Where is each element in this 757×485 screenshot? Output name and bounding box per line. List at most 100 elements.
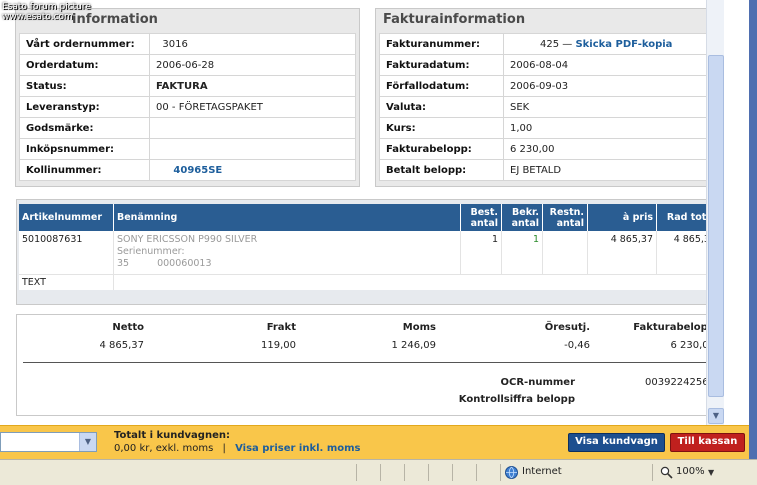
cart-separator: | bbox=[222, 443, 226, 454]
invoice-info-panel: Fakturainformation Fakturanummer: 425 — … bbox=[375, 8, 720, 187]
invoice-number-value: 425 — Skicka PDF-kopia bbox=[503, 33, 716, 55]
table-row: TEXT bbox=[19, 273, 719, 290]
col-confirmed-qty-line1: Bekr. bbox=[512, 206, 539, 218]
order-number-text: 3016 bbox=[162, 38, 188, 50]
order-items-table: Artikelnummer Benämning Best. antal Bekr.… bbox=[19, 204, 719, 290]
status-separator bbox=[404, 464, 405, 481]
shipping-label: Frakt bbox=[266, 322, 296, 333]
parcel-number-value[interactable]: 7 540965SE bbox=[149, 159, 356, 181]
order-info-table: Vårt ordernummer: 13016 Orderdatum: 2006… bbox=[19, 33, 356, 181]
vat-label: Moms bbox=[402, 322, 436, 333]
invoice-number-label: Fakturanummer: bbox=[379, 33, 504, 55]
unit-price: 4 865,37 bbox=[587, 231, 657, 274]
vat-value: 1 246,09 bbox=[391, 340, 436, 351]
col-article-number: Artikelnummer bbox=[19, 204, 114, 231]
delivery-type-value: 00 - FÖRETAGSPAKET bbox=[149, 96, 356, 118]
table-row: 5010087631 SONY ERICSSON P990 SILVER Ser… bbox=[19, 231, 719, 274]
ocr-value: 00392242564 bbox=[645, 377, 715, 388]
check-digit-label: Kontrollsiffra belopp bbox=[458, 394, 575, 405]
send-pdf-copy-link[interactable]: Skicka PDF-kopia bbox=[575, 39, 672, 50]
cart-total-amount: 0,00 kr, exkl. moms | Visa priser inkl. … bbox=[114, 443, 361, 454]
col-ordered-qty-line1: Best. bbox=[470, 206, 499, 218]
serial-end: 000060013 bbox=[157, 258, 212, 269]
status-separator bbox=[500, 464, 501, 481]
invoice-date-label: Fakturadatum: bbox=[379, 54, 504, 76]
order-row: Godsmärke: bbox=[19, 117, 356, 139]
invoice-row: Kurs: 1,00 bbox=[379, 117, 716, 139]
redaction-mask: 7 5 bbox=[156, 164, 174, 176]
col-confirmed-qty: Bekr. antal bbox=[501, 204, 543, 231]
confirmed-qty: 1 bbox=[501, 231, 543, 274]
order-number-value: 13016 bbox=[149, 33, 356, 55]
order-date-value: 2006-06-28 bbox=[149, 54, 356, 76]
chevron-down-icon[interactable]: ▼ bbox=[708, 468, 714, 477]
currency-value: SEK bbox=[503, 96, 716, 118]
watermark: Esato forum picture www.esato.com bbox=[2, 2, 91, 22]
currency-label: Valuta: bbox=[379, 96, 504, 118]
status-separator bbox=[452, 464, 453, 481]
scrollbar-thumb[interactable] bbox=[708, 55, 724, 397]
text-row-label: TEXT bbox=[19, 273, 114, 290]
cart-bar: ▼ Totalt i kundvagnen: 0,00 kr, exkl. mo… bbox=[0, 425, 749, 459]
window-edge bbox=[749, 0, 757, 459]
cart-amount-text: 0,00 kr, exkl. moms bbox=[114, 443, 214, 454]
col-ordered-qty-line2: antal bbox=[470, 217, 498, 229]
order-info-panel: information Vårt ordernummer: 13016 Orde… bbox=[15, 8, 360, 187]
totals-panel: Netto 4 865,37 Frakt 119,00 Moms 1 246,0… bbox=[16, 314, 722, 416]
items-header-row: Artikelnummer Benämning Best. antal Bekr.… bbox=[19, 204, 719, 231]
order-row: Vårt ordernummer: 13016 bbox=[19, 33, 356, 55]
invoice-row: Betalt belopp: EJ BETALD bbox=[379, 159, 716, 181]
zoom-level[interactable]: 100% bbox=[676, 466, 705, 477]
chevron-down-icon[interactable]: ▼ bbox=[79, 433, 96, 451]
checkout-button[interactable]: Till kassan bbox=[670, 433, 745, 452]
invoice-amount-value: 6 230,00 bbox=[503, 138, 716, 160]
status-value: FAKTURA bbox=[149, 75, 356, 97]
order-row: Kollinummer: 7 540965SE bbox=[19, 159, 356, 181]
invoice-row: Fakturanummer: 425 — Skicka PDF-kopia bbox=[379, 33, 716, 55]
invoice-total-label: Fakturabelopp bbox=[633, 322, 715, 333]
due-date-value: 2006-09-03 bbox=[503, 75, 716, 97]
invoice-number-text: 425 — bbox=[540, 38, 573, 50]
totals-divider bbox=[23, 362, 715, 363]
invoice-amount-label: Fakturabelopp: bbox=[379, 138, 504, 160]
rounding-label: Öresutj. bbox=[544, 322, 590, 333]
parcel-number-link[interactable]: 40965SE bbox=[173, 165, 222, 176]
paid-amount-value: EJ BETALD bbox=[503, 159, 716, 181]
col-unit-price: à pris bbox=[587, 204, 657, 231]
show-prices-incl-vat-link[interactable]: Visa priser inkl. moms bbox=[235, 443, 360, 454]
invoice-date-value: 2006-08-04 bbox=[503, 54, 716, 76]
shipping-value: 119,00 bbox=[261, 340, 296, 351]
invoice-info-title: Fakturainformation bbox=[383, 12, 526, 27]
status-separator bbox=[356, 464, 357, 481]
watermark-line1: Esato forum picture bbox=[2, 2, 91, 12]
rounding-value: -0,46 bbox=[564, 340, 590, 351]
goods-mark-label: Godsmärke: bbox=[19, 117, 150, 139]
invoice-row: Fakturabelopp: 6 230,00 bbox=[379, 138, 716, 160]
order-items-panel: Artikelnummer Benämning Best. antal Bekr.… bbox=[16, 199, 722, 305]
scroll-down-icon[interactable]: ▼ bbox=[708, 408, 724, 424]
text-row-content bbox=[113, 273, 719, 290]
col-description: Benämning bbox=[113, 204, 461, 231]
article-name: SONY ERICSSON P990 SILVER bbox=[117, 234, 258, 245]
rate-label: Kurs: bbox=[379, 117, 504, 139]
order-number-label: Vårt ordernummer: bbox=[19, 33, 150, 55]
order-date-label: Orderdatum: bbox=[19, 54, 150, 76]
due-date-label: Förfallodatum: bbox=[379, 75, 504, 97]
view-cart-button[interactable]: Visa kundvagn bbox=[568, 433, 665, 452]
order-row: Leveranstyp: 00 - FÖRETAGSPAKET bbox=[19, 96, 356, 118]
page-content: information Vårt ordernummer: 13016 Orde… bbox=[0, 0, 732, 425]
page-scrollbar[interactable]: ▼ bbox=[706, 0, 724, 425]
col-backorder-qty-line2: antal bbox=[556, 217, 584, 229]
cart-total-title: Totalt i kundvagnen: bbox=[114, 430, 230, 441]
cart-select[interactable]: ▼ bbox=[0, 432, 97, 452]
globe-icon bbox=[505, 466, 518, 479]
status-separator bbox=[476, 464, 477, 481]
invoice-row: Fakturadatum: 2006-08-04 bbox=[379, 54, 716, 76]
serial-label: Serienummer: bbox=[117, 246, 185, 257]
article-description: SONY ERICSSON P990 SILVER Serienummer: 3… bbox=[113, 231, 461, 274]
paid-amount-label: Betalt belopp: bbox=[379, 159, 504, 181]
col-ordered-qty: Best. antal bbox=[460, 204, 502, 231]
order-row: Orderdatum: 2006-06-28 bbox=[19, 54, 356, 76]
invoice-row: Förfallodatum: 2006-09-03 bbox=[379, 75, 716, 97]
zoom-icon[interactable] bbox=[660, 466, 673, 479]
